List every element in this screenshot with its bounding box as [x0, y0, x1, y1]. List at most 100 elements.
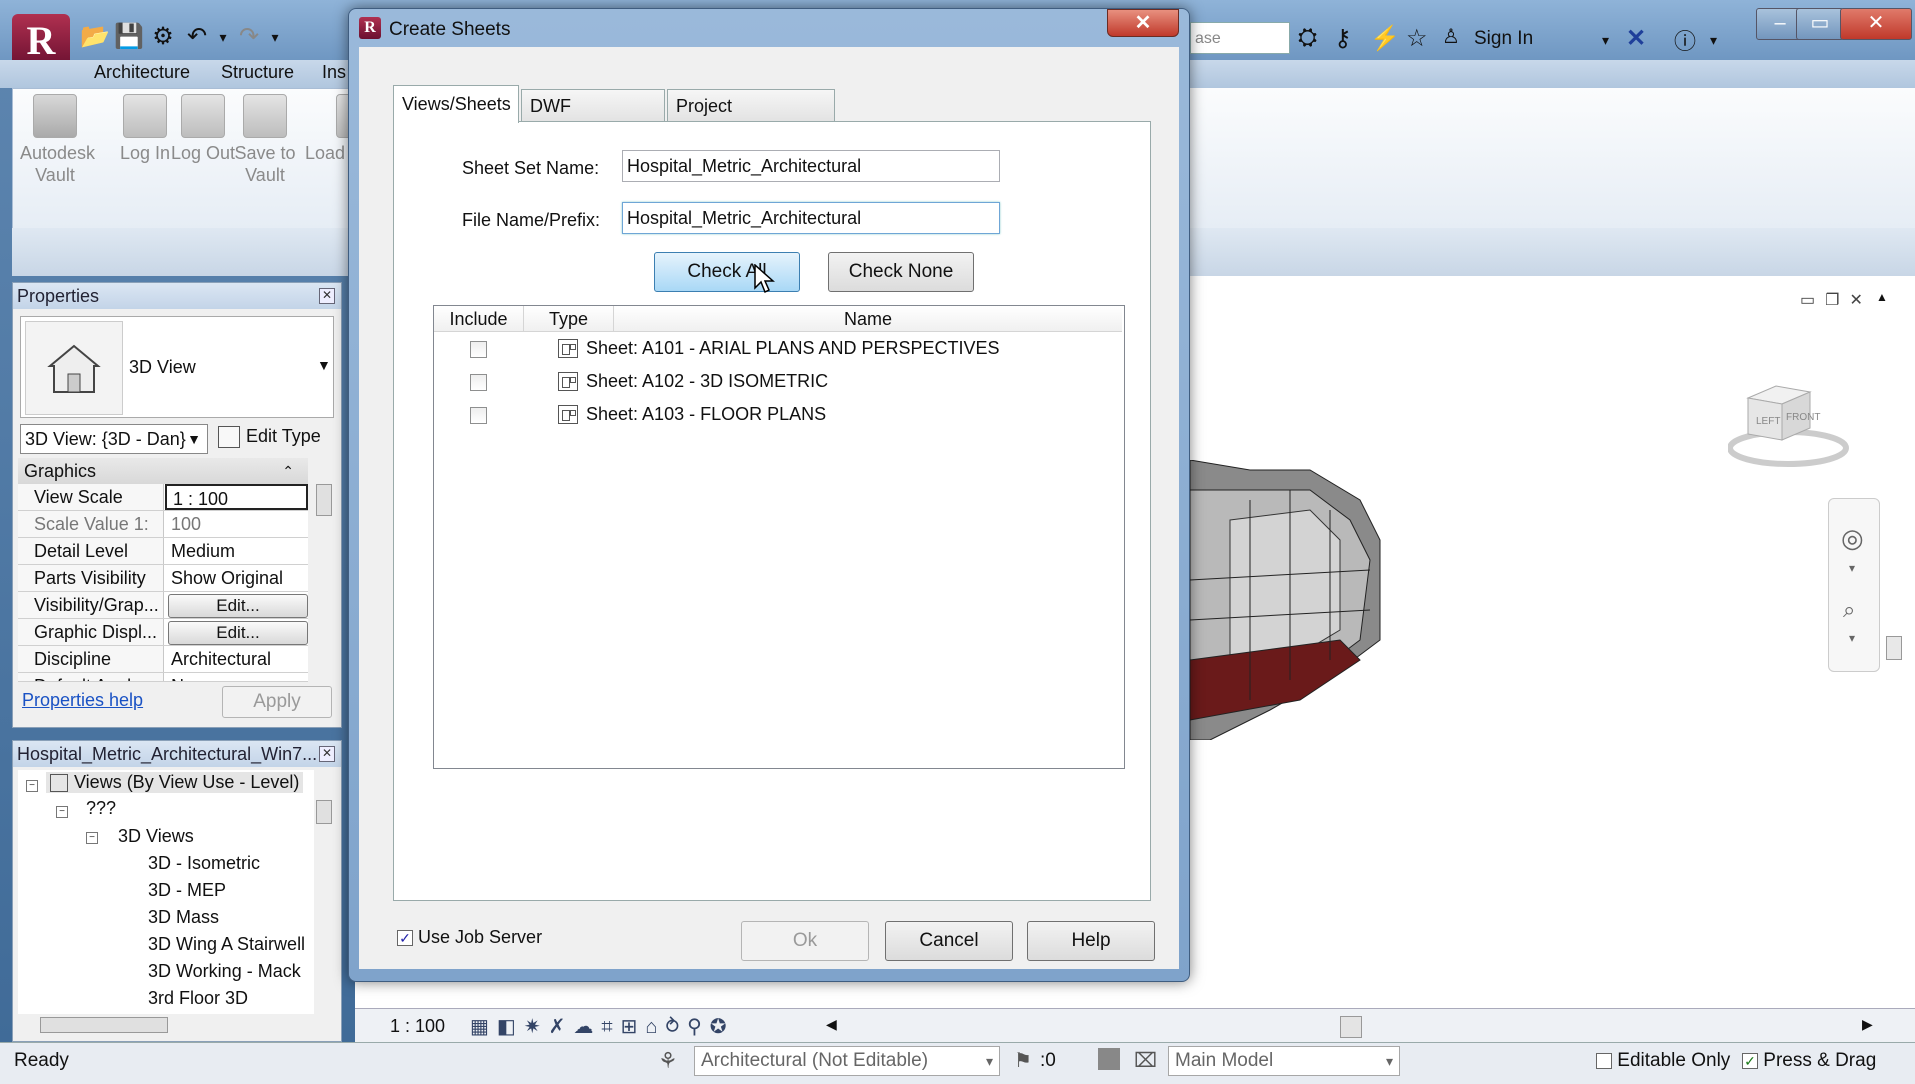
- collapse-icon[interactable]: −: [56, 806, 68, 818]
- steering-wheel-icon[interactable]: ◎: [1841, 523, 1864, 554]
- apply-button[interactable]: Apply: [222, 686, 332, 718]
- undo-dropdown-icon[interactable]: ▾: [216, 22, 230, 52]
- design-option-combo[interactable]: Main Model ▾: [1168, 1046, 1400, 1076]
- collapse-icon[interactable]: −: [26, 780, 38, 792]
- list-item[interactable]: Sheet: A103 - FLOOR PLANS: [434, 402, 1122, 428]
- tree-item[interactable]: Views (By View Use - Level): [46, 772, 304, 793]
- help-dropdown-icon[interactable]: ▾: [1710, 32, 1717, 49]
- show-crop-icon[interactable]: ⊞: [621, 1016, 646, 1038]
- tree-item[interactable]: ???: [86, 798, 116, 819]
- tab-structure[interactable]: Structure: [221, 62, 294, 83]
- sun-path-icon[interactable]: ✷: [524, 1016, 549, 1038]
- dialog-close-button[interactable]: ✕: [1107, 9, 1179, 37]
- browser-scroll-thumb[interactable]: [316, 800, 332, 824]
- log-out-button[interactable]: Log Out: [168, 94, 238, 164]
- search-input[interactable]: ase: [1190, 22, 1290, 54]
- reveal-hidden-icon[interactable]: ⥁: [665, 1016, 687, 1038]
- prop-row-discipline[interactable]: Discipline Architectural: [18, 646, 308, 673]
- zoom-icon[interactable]: ⌕: [1843, 597, 1855, 623]
- browser-scrollbar[interactable]: [314, 770, 332, 1014]
- press-drag-checkbox[interactable]: ✓ Press & Drag: [1742, 1050, 1876, 1072]
- browser-hscroll-thumb[interactable]: [40, 1017, 168, 1033]
- use-job-server-checkbox[interactable]: ✓ Use Job Server: [397, 927, 542, 948]
- edit-type-button[interactable]: Edit Type: [218, 426, 321, 449]
- check-none-button[interactable]: Check None: [828, 252, 974, 292]
- properties-scrollbar[interactable]: [314, 458, 332, 680]
- save-icon[interactable]: 💾: [114, 22, 144, 52]
- redo-icon[interactable]: ↷: [234, 22, 264, 52]
- filter-icon[interactable]: ⚑: [1014, 1048, 1032, 1073]
- file-name-prefix-input[interactable]: Hospital_Metric_Architectural: [622, 202, 1000, 234]
- column-name[interactable]: Name: [614, 306, 1122, 332]
- autodesk-vault-button[interactable]: Autodesk Vault: [20, 94, 95, 186]
- prop-row-detail-level[interactable]: Detail Level Medium: [18, 538, 308, 565]
- design-options-icon[interactable]: ⌧: [1134, 1048, 1157, 1073]
- collapse-icon[interactable]: −: [86, 832, 98, 844]
- check-all-button[interactable]: Check All: [654, 252, 800, 292]
- undo-icon[interactable]: ↶: [182, 22, 212, 52]
- shadows-icon[interactable]: ✗: [549, 1016, 574, 1038]
- lock-view-icon[interactable]: ⚲: [687, 1016, 710, 1038]
- scroll-left-icon[interactable]: ◀: [826, 1016, 837, 1033]
- instance-selector[interactable]: 3D View: {3D - Dan} ▼: [20, 424, 208, 454]
- help-button[interactable]: Help: [1027, 921, 1155, 961]
- tree-item[interactable]: 3rd Floor 3D: [148, 988, 248, 1009]
- zoom-dropdown-icon[interactable]: ▾: [1849, 631, 1855, 645]
- crop-view-icon[interactable]: ⌗: [601, 1016, 620, 1038]
- prop-row-view-scale[interactable]: View Scale 1 : 100: [18, 484, 308, 511]
- temporary-hide-icon[interactable]: ⌂: [645, 1016, 665, 1038]
- properties-close-icon[interactable]: ✕: [319, 288, 335, 304]
- analytical-icon[interactable]: ✪: [710, 1016, 735, 1038]
- visibility-edit-button[interactable]: Edit...: [168, 594, 308, 618]
- tree-item[interactable]: 3D Views: [118, 826, 194, 847]
- visual-style-icon[interactable]: ◧: [497, 1016, 524, 1038]
- ok-button[interactable]: Ok: [741, 921, 869, 961]
- include-checkbox[interactable]: [470, 374, 487, 391]
- sign-in-dropdown-icon[interactable]: ▾: [1602, 32, 1609, 49]
- tree-item[interactable]: 3D Wing A Stairwell: [148, 934, 305, 955]
- include-checkbox[interactable]: [470, 341, 487, 358]
- workset-dropdown-icon[interactable]: ▾: [986, 1047, 993, 1075]
- tree-item[interactable]: 3D - MEP: [148, 880, 226, 901]
- maximize-button[interactable]: ▭: [1796, 8, 1844, 40]
- properties-scroll-thumb[interactable]: [316, 484, 332, 516]
- binoculars-icon[interactable]: ⛭: [1298, 24, 1317, 52]
- type-selector[interactable]: 3D View ▼: [20, 316, 334, 418]
- graphics-section-header[interactable]: Graphics ⌃: [18, 458, 308, 484]
- sign-in-link[interactable]: Sign In: [1474, 28, 1533, 50]
- column-type[interactable]: Type: [524, 306, 614, 332]
- wheel-dropdown-icon[interactable]: ▾: [1849, 561, 1855, 575]
- sync-icon[interactable]: ⚙: [148, 22, 178, 52]
- editable-only-checkbox[interactable]: Editable Only: [1596, 1050, 1730, 1072]
- tab-insert[interactable]: Ins: [322, 62, 346, 83]
- prop-row-parts-visibility[interactable]: Parts Visibility Show Original: [18, 565, 308, 592]
- include-checkbox[interactable]: [470, 407, 487, 424]
- workset-combo[interactable]: Architectural (Not Editable) ▾: [694, 1046, 1000, 1076]
- load-button[interactable]: Load: [296, 94, 354, 164]
- view-window-controls[interactable]: ▭❐✕: [1800, 290, 1873, 310]
- list-item[interactable]: Sheet: A102 - 3D ISOMETRIC: [434, 369, 1122, 395]
- redo-dropdown-icon[interactable]: ▾: [268, 22, 282, 52]
- viewcube[interactable]: LEFT FRONT: [1727, 378, 1858, 478]
- scroll-right-icon[interactable]: ▶: [1862, 1016, 1873, 1033]
- tree-item[interactable]: 3D - Isometric: [148, 853, 260, 874]
- tab-project-information[interactable]: Project Information: [667, 89, 835, 148]
- use-job-server-box[interactable]: ✓: [397, 930, 413, 947]
- graphic-display-edit-button[interactable]: Edit...: [168, 621, 308, 645]
- type-dropdown-icon[interactable]: ▼: [317, 357, 331, 373]
- exchange-icon[interactable]: ✕: [1626, 24, 1646, 53]
- tree-item[interactable]: 3D Mass: [148, 907, 219, 928]
- detail-level-icon[interactable]: ▦: [470, 1016, 497, 1038]
- collapse-icon[interactable]: ⌃: [282, 458, 294, 484]
- viewport-scroll-up-icon[interactable]: ▲: [1876, 290, 1890, 304]
- press-drag-box[interactable]: ✓: [1742, 1052, 1758, 1069]
- instance-dropdown-icon[interactable]: ▼: [187, 425, 201, 453]
- satellite-icon[interactable]: ⚡: [1370, 24, 1400, 53]
- browser-hscrollbar[interactable]: [18, 1014, 314, 1034]
- view-scale-input[interactable]: 1 : 100: [165, 484, 308, 510]
- star-icon[interactable]: ☆: [1406, 24, 1428, 53]
- render-icon[interactable]: ☁: [573, 1016, 601, 1038]
- help-icon[interactable]: ⓘ: [1674, 24, 1696, 56]
- properties-help-link[interactable]: Properties help: [22, 690, 143, 711]
- worksets-icon[interactable]: ⚘: [658, 1048, 678, 1074]
